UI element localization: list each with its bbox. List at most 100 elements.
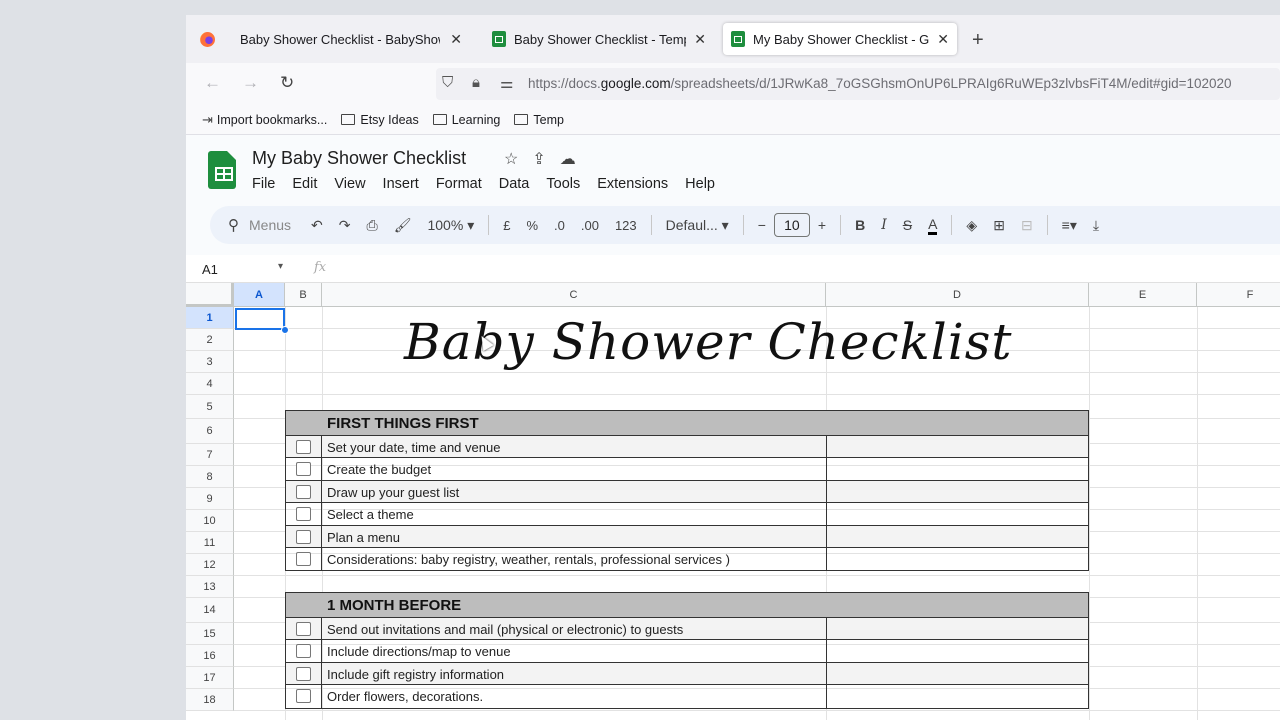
row-header-15[interactable]: 15 <box>186 623 234 645</box>
row-header-12[interactable]: 12 <box>186 554 234 576</box>
checkbox[interactable] <box>296 644 311 659</box>
row-header-2[interactable]: 2 <box>186 329 234 351</box>
fill-handle[interactable] <box>281 326 289 334</box>
row-header-14[interactable]: 14 <box>186 598 234 623</box>
bookmark-import[interactable]: ⇥ Import bookmarks... <box>202 112 327 128</box>
menu-insert[interactable]: Insert <box>383 176 419 192</box>
sheets-logo-icon[interactable] <box>208 151 236 189</box>
menu-data[interactable]: Data <box>499 176 530 192</box>
row-header-11[interactable]: 11 <box>186 532 234 554</box>
row-header-7[interactable]: 7 <box>186 444 234 466</box>
column-header-e[interactable]: E <box>1089 283 1197 307</box>
chevron-down-icon[interactable]: ▾ <box>278 261 283 272</box>
checklist-item-text[interactable]: Select a theme <box>327 507 414 522</box>
checkbox[interactable] <box>296 529 311 544</box>
document-title[interactable]: My Baby Shower Checklist <box>252 148 466 169</box>
url-text[interactable]: https://docs.google.com/spreadsheets/d/1… <box>528 76 1232 91</box>
vertical-align-icon[interactable]: ⤓ <box>1093 217 1099 234</box>
percent-button[interactable]: % <box>526 218 538 233</box>
tab-template[interactable]: Baby Shower Checklist - Templ ✕ <box>492 23 714 55</box>
checklist-item-text[interactable]: Include gift registry information <box>327 667 504 682</box>
font-size-input[interactable]: 10 <box>773 213 810 237</box>
checklist-item-text[interactable]: Set your date, time and venue <box>327 440 500 455</box>
checklist-item-text[interactable]: Draw up your guest list <box>327 485 459 500</box>
column-header-f[interactable]: F <box>1197 283 1280 307</box>
checkbox[interactable] <box>296 440 311 454</box>
checklist-item-text[interactable]: Order flowers, decorations. <box>327 689 483 704</box>
paint-format-icon[interactable]: 🖌 <box>394 217 412 234</box>
checklist-title[interactable]: Baby Shower Checklist <box>404 313 1013 371</box>
row-header-18[interactable]: 18 <box>186 689 234 711</box>
menu-file[interactable]: File <box>252 176 275 192</box>
font-size-decrease[interactable]: − <box>758 217 766 233</box>
row-header-13[interactable]: 13 <box>186 576 234 598</box>
bookmark-learning[interactable]: Learning <box>432 113 500 127</box>
font-select[interactable]: Defaul... ▾ <box>666 217 729 234</box>
strikethrough-button[interactable]: S <box>903 217 912 233</box>
shield-icon[interactable]: ⛉ <box>442 74 453 91</box>
currency-button[interactable]: £ <box>503 218 510 233</box>
menu-extensions[interactable]: Extensions <box>597 176 668 192</box>
text-color-button[interactable]: A <box>928 216 938 235</box>
menu-tools[interactable]: Tools <box>546 176 580 192</box>
fill-color-icon[interactable]: ◈ <box>966 217 977 234</box>
column-header-b[interactable]: B <box>285 283 322 307</box>
url-bar[interactable]: ⛉ 🔒︎ ⚌ https://docs.google.com/spreadshe… <box>436 68 1280 100</box>
checkbox[interactable] <box>296 666 311 681</box>
cloud-status-icon[interactable]: ☁ <box>560 149 576 169</box>
checkbox[interactable] <box>296 507 311 522</box>
checklist-item-text[interactable]: Send out invitations and mail (physical … <box>327 622 683 637</box>
menu-edit[interactable]: Edit <box>292 176 317 192</box>
reload-button[interactable]: ↻ <box>280 73 294 93</box>
row-header-8[interactable]: 8 <box>186 466 234 488</box>
number-format-button[interactable]: 123 <box>615 218 637 233</box>
forward-button[interactable]: → <box>242 73 259 93</box>
borders-icon[interactable]: ⊞ <box>993 217 1005 234</box>
checkbox[interactable] <box>296 462 311 477</box>
back-button[interactable]: ← <box>204 73 221 93</box>
spreadsheet-grid[interactable]: A B C D E F 1 2 3 4 5 6 7 8 9 10 11 12 13 14 15 16 17 18 … <box>186 283 1280 720</box>
firefox-icon[interactable] <box>200 32 215 47</box>
checklist-item-text[interactable]: Considerations: baby registry, weather, … <box>327 552 730 567</box>
close-icon[interactable]: ✕ <box>694 31 706 48</box>
undo-icon[interactable]: ↶ <box>311 217 323 234</box>
checklist-item-text[interactable]: Plan a menu <box>327 530 400 545</box>
italic-button[interactable]: I <box>881 217 887 233</box>
menu-view[interactable]: View <box>334 176 365 192</box>
checkbox[interactable] <box>296 622 311 636</box>
horizontal-align-icon[interactable]: ≡▾ <box>1062 217 1077 234</box>
bookmark-temp[interactable]: Temp <box>514 113 564 127</box>
row-header-17[interactable]: 17 <box>186 667 234 689</box>
font-size-increase[interactable]: + <box>818 217 826 233</box>
zoom-select[interactable]: 100% ▾ <box>427 217 474 234</box>
section-heading[interactable]: 1 MONTH BEFORE <box>286 593 1088 618</box>
checklist-item-text[interactable]: Include directions/map to venue <box>327 644 511 659</box>
lock-icon[interactable]: 🔒︎ <box>472 74 480 91</box>
checkbox[interactable] <box>296 551 311 566</box>
row-header-9[interactable]: 9 <box>186 488 234 510</box>
row-header-16[interactable]: 16 <box>186 645 234 667</box>
selected-cell-a1[interactable] <box>235 308 285 330</box>
menu-format[interactable]: Format <box>436 176 482 192</box>
new-tab-button[interactable]: + <box>972 29 984 52</box>
increase-decimal-button[interactable]: .00 <box>581 218 599 233</box>
checkbox[interactable] <box>296 689 311 704</box>
row-header-5[interactable]: 5 <box>186 395 234 419</box>
menus-search[interactable]: ⚲ Menus <box>216 211 303 239</box>
column-header-c[interactable]: C <box>322 283 826 307</box>
tab-babyshower[interactable]: Baby Shower Checklist - BabyShow ✕ <box>240 23 470 55</box>
row-header-6[interactable]: 6 <box>186 419 234 444</box>
checklist-item-text[interactable]: Create the budget <box>327 462 431 477</box>
merge-cells-icon[interactable]: ⊟ <box>1021 217 1033 234</box>
row-header-4[interactable]: 4 <box>186 373 234 395</box>
print-icon[interactable]: ⎙ <box>367 217 378 234</box>
close-icon[interactable]: ✕ <box>937 31 949 48</box>
decrease-decimal-button[interactable]: .0 <box>554 218 565 233</box>
name-box[interactable]: A1 <box>202 262 218 277</box>
permissions-icon[interactable]: ⚌ <box>500 74 513 92</box>
select-all-corner[interactable] <box>186 283 234 307</box>
close-icon[interactable]: ✕ <box>450 31 462 48</box>
row-header-3[interactable]: 3 <box>186 351 234 373</box>
tab-my-checklist[interactable]: My Baby Shower Checklist - Go ✕ <box>723 23 957 55</box>
row-header-10[interactable]: 10 <box>186 510 234 532</box>
